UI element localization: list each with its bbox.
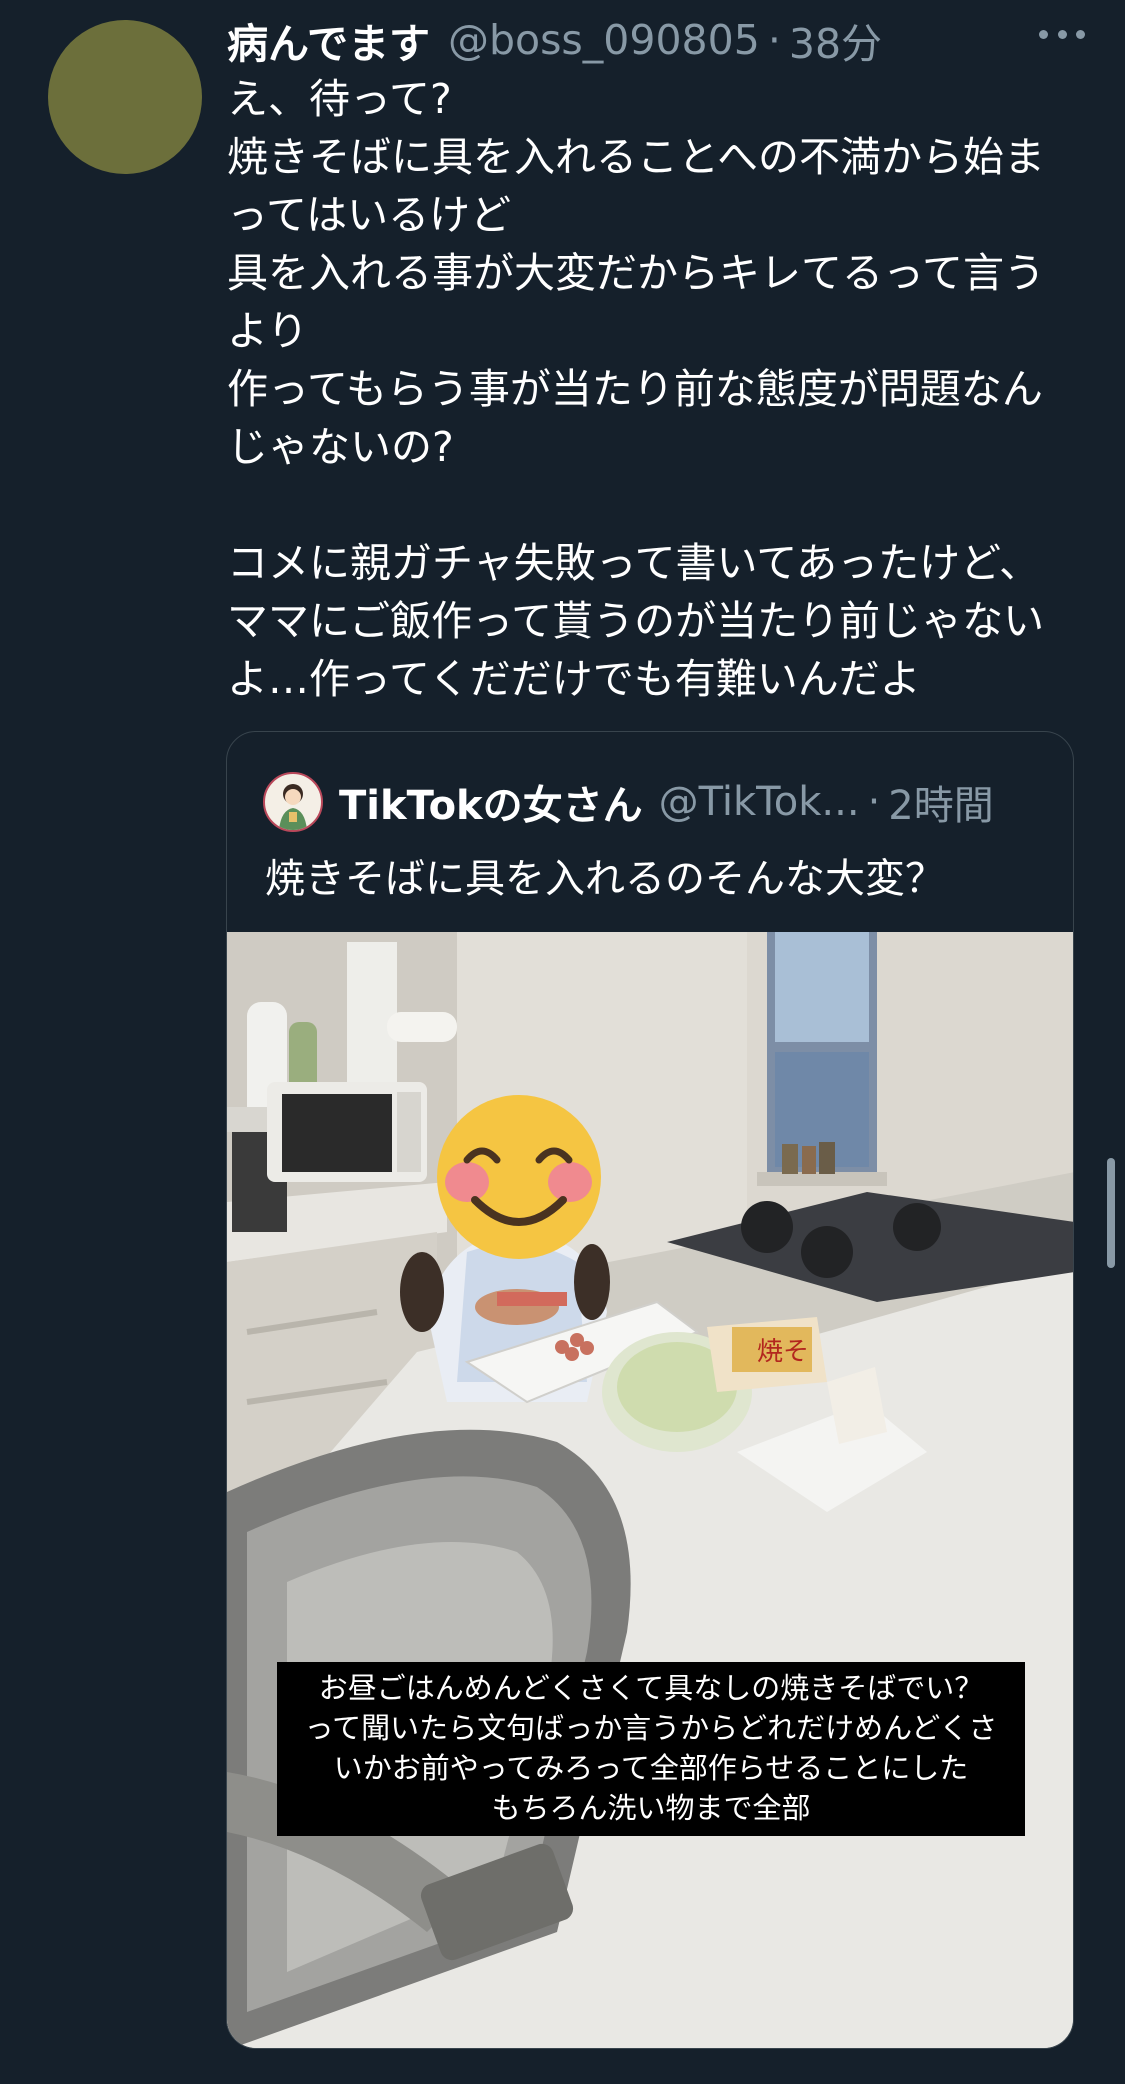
quoted-tweet[interactable]: TikTokの女さん @TikTok... · 2時間 焼きそばに具を入れるのそ… <box>226 731 1074 2049</box>
tweet-line: よ…作ってくだだけでも有難いんだよ <box>227 655 921 703</box>
tweet-line: え、待って? <box>227 75 452 123</box>
tweet-line: 焼きそばに具を入れることへの不満から始ま <box>227 133 1045 181</box>
more-dot <box>1039 29 1048 39</box>
tweet[interactable]: 病んでます @boss_090805 · 38分 え、待って? 焼きそばに具を入れ… <box>0 0 1125 2084</box>
more-dot <box>1076 29 1085 39</box>
quoted-header: TikTokの女さん @TikTok... · 2時間 <box>339 770 994 834</box>
user-handle[interactable]: @boss_090805 <box>448 16 760 64</box>
user-avatar[interactable] <box>48 20 202 174</box>
tweet-line: 作ってもらう事が当たり前な態度が問題なん <box>227 365 1043 413</box>
quoted-photo[interactable]: 焼そ お昼ごはんめんどくさくて具なしの焼きそばでい？ って聞いたら文句ばっか言う… <box>227 932 1073 2048</box>
separator-dot: · <box>867 779 881 825</box>
tweet-line: コメに親ガチャ失敗って書いてあったけど、 <box>227 539 1041 587</box>
more-dot <box>1057 29 1067 39</box>
display-name[interactable]: 病んでます <box>227 10 430 70</box>
quoted-timestamp[interactable]: 2時間 <box>888 773 993 831</box>
tweet-line: ってはいるけど <box>227 191 512 239</box>
photo-caption: お昼ごはんめんどくさくて具なしの焼きそばでい？ って聞いたら文句ばっか言うからど… <box>277 1662 1025 1836</box>
noodle-pack-label: 焼そ <box>757 1337 809 1367</box>
caption-line: って聞いたら文句ばっか言うからどれだけめんどくさ <box>304 1711 998 1745</box>
separator-dot: · <box>767 16 781 64</box>
more-horizontal-icon[interactable] <box>1039 24 1085 44</box>
scrollbar[interactable] <box>1107 1158 1115 1268</box>
quoted-handle[interactable]: @TikTok... <box>659 779 860 825</box>
tweet-text: え、待って? 焼きそばに具を入れることへの不満から始ま ってはいるけど具を入れる事が… <box>227 70 1087 708</box>
quoted-user-avatar[interactable] <box>263 772 323 832</box>
tweet-header: 病んでます @boss_090805 · 38分 <box>227 10 882 70</box>
caption-line: いかお前やってみろって全部作らせることにした <box>333 1751 969 1785</box>
smiling-face-with-blush-emoji <box>437 1095 601 1259</box>
caption-line: お昼ごはんめんどくさくて具なしの焼きそばでい？ <box>318 1671 984 1705</box>
timestamp[interactable]: 38分 <box>789 10 882 70</box>
quoted-text: 焼きそばに具を入れるのそんな大変？ <box>265 856 945 902</box>
tweet-line: ママにご飯作って貰うのが当たり前じゃない <box>227 597 1045 645</box>
caption-line: もちろん洗い物まで全部 <box>491 1791 811 1825</box>
quoted-display-name[interactable]: TikTokの女さん <box>339 773 643 831</box>
tweet-line: より <box>227 307 309 355</box>
kitchen-photo: 焼そ <box>227 932 1073 2048</box>
tweet-line: じゃないの? <box>227 423 454 471</box>
tweet-line: 具を入れる事が大変だからキレてるって言う <box>227 249 1045 297</box>
